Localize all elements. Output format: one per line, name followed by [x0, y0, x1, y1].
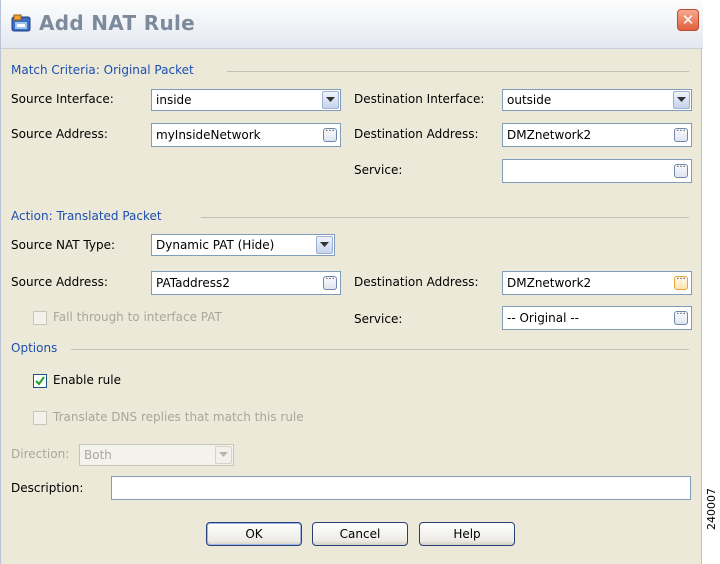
translated-destination-address-value: DMZnetwork2 [507, 276, 592, 290]
translated-destination-address-field[interactable]: DMZnetwork2 ... [502, 271, 692, 295]
source-nat-type-value: Dynamic PAT (Hide) [156, 238, 275, 252]
fall-through-checkbox[interactable] [33, 311, 47, 325]
translated-service-label: Service: [354, 312, 403, 326]
service-label: Service: [354, 163, 403, 177]
action-divider [201, 217, 689, 218]
translated-destination-address-label: Destination Address: [354, 275, 479, 289]
match-criteria-heading: Match Criteria: Original Packet [11, 63, 194, 77]
add-nat-rule-dialog: Add NAT Rule ✕ Match Criteria: Original … [0, 0, 703, 564]
chevron-down-icon[interactable] [322, 91, 339, 109]
enable-rule-label: Enable rule [53, 373, 121, 387]
dialog-title: Add NAT Rule [39, 11, 196, 35]
source-address-field[interactable]: myInsideNetwork ... [151, 123, 341, 147]
check-icon [35, 376, 45, 386]
direction-label: Direction: [11, 447, 70, 461]
app-icon [11, 14, 31, 32]
destination-address-field[interactable]: DMZnetwork2 ... [502, 123, 692, 147]
translated-service-field[interactable]: -- Original -- ... [502, 306, 692, 330]
destination-address-label: Destination Address: [354, 127, 479, 141]
description-label: Description: [11, 481, 84, 495]
direction-select[interactable]: Both [79, 444, 234, 466]
browse-icon[interactable]: ... [674, 123, 688, 142]
chevron-down-icon[interactable] [673, 91, 690, 109]
cancel-button[interactable]: Cancel [312, 522, 408, 546]
match-criteria-divider [227, 71, 689, 72]
destination-interface-label: Destination Interface: [354, 92, 485, 106]
options-heading: Options [11, 341, 58, 355]
translated-source-address-field[interactable]: PATaddress2 ... [151, 271, 341, 295]
browse-icon[interactable]: ... [323, 271, 337, 290]
translate-dns-label: Translate DNS replies that match this ru… [53, 410, 304, 424]
source-interface-select[interactable]: inside [151, 89, 341, 111]
source-address-value: myInsideNetwork [156, 128, 261, 142]
source-nat-type-label: Source NAT Type: [11, 238, 116, 252]
fall-through-label: Fall through to interface PAT [53, 310, 222, 324]
browse-icon[interactable]: ... [674, 306, 688, 325]
title-bar: Add NAT Rule ✕ [1, 0, 703, 49]
translate-dns-checkbox[interactable] [33, 411, 47, 425]
browse-icon[interactable]: ... [674, 271, 688, 290]
close-button[interactable]: ✕ [677, 9, 699, 31]
destination-address-value: DMZnetwork2 [507, 128, 592, 142]
destination-interface-value: outside [507, 93, 552, 107]
service-field[interactable]: ... [502, 159, 692, 183]
browse-icon[interactable]: ... [323, 123, 337, 142]
translated-source-address-label: Source Address: [11, 275, 108, 289]
translated-service-value: -- Original -- [507, 311, 579, 325]
chevron-down-icon[interactable] [316, 236, 333, 254]
action-heading: Action: Translated Packet [11, 209, 162, 223]
direction-value: Both [84, 448, 112, 462]
close-icon: ✕ [681, 11, 695, 29]
source-interface-label: Source Interface: [11, 92, 114, 106]
ok-button[interactable]: OK [206, 522, 302, 546]
help-button[interactable]: Help [419, 522, 515, 546]
options-divider [71, 349, 689, 350]
source-nat-type-select[interactable]: Dynamic PAT (Hide) [151, 234, 335, 256]
destination-interface-select[interactable]: outside [502, 89, 692, 111]
translated-source-address-value: PATaddress2 [156, 276, 230, 290]
chevron-down-icon[interactable] [215, 446, 232, 464]
browse-icon[interactable]: ... [674, 159, 688, 178]
source-address-label: Source Address: [11, 127, 108, 141]
figure-id-watermark: 240007 [705, 488, 718, 530]
enable-rule-checkbox[interactable] [33, 374, 47, 388]
source-interface-value: inside [156, 93, 192, 107]
description-field[interactable] [111, 476, 691, 500]
